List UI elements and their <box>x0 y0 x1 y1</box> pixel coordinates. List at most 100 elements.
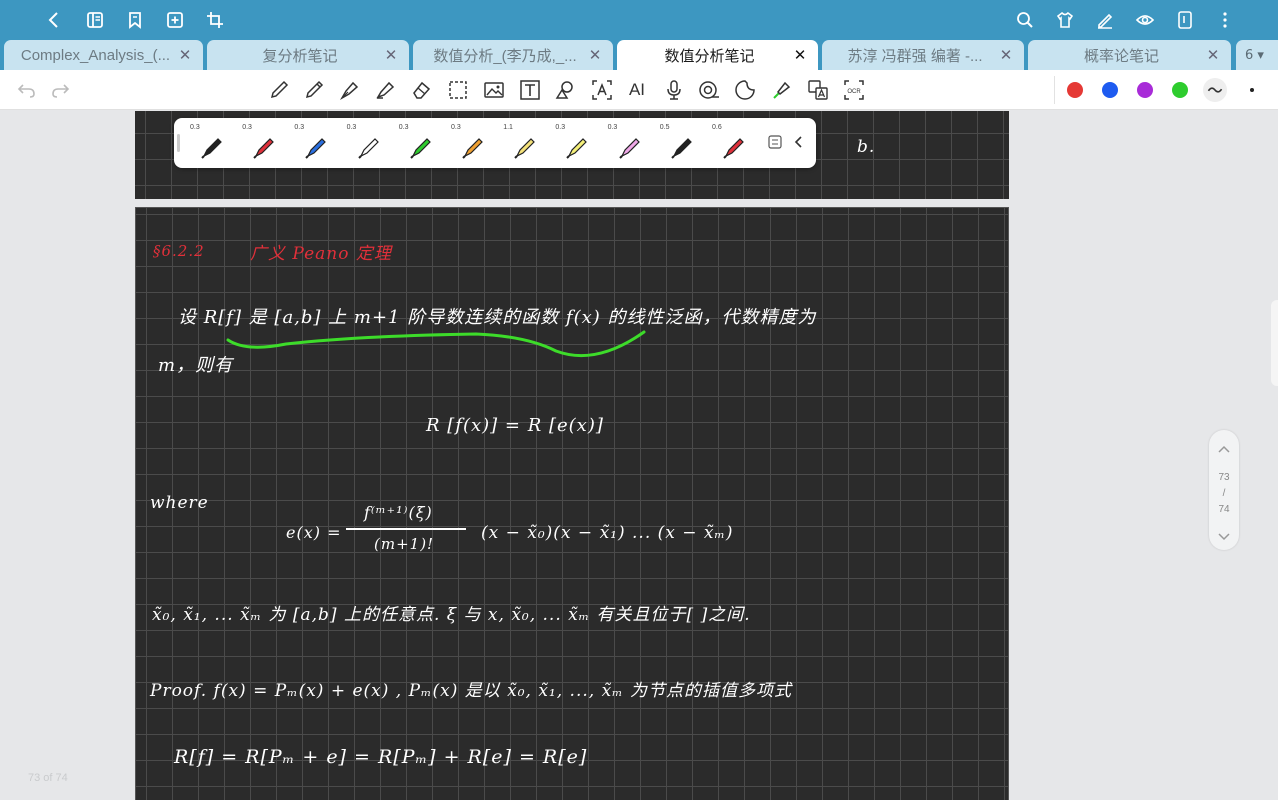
microphone-icon[interactable] <box>662 78 686 102</box>
laser-pointer-icon[interactable] <box>770 78 794 102</box>
pen-icon <box>410 138 431 159</box>
tab-label: 数值分析笔记 <box>664 47 755 65</box>
collapse-chevron-icon[interactable] <box>791 134 807 150</box>
tablet-icon[interactable] <box>1173 8 1197 32</box>
total-pages: 74 <box>1218 504 1230 515</box>
theorem-line-1b: m，则有 <box>158 355 234 376</box>
more-vertical-icon[interactable] <box>1213 8 1237 32</box>
pen-icon <box>514 138 536 159</box>
tab-count-dropdown[interactable]: 6 ▾ <box>1236 40 1278 70</box>
pen-preset[interactable]: 0.3 <box>447 122 495 164</box>
pen-preset[interactable]: 0.6 <box>708 122 756 164</box>
stroke-width-dot-icon[interactable] <box>1240 78 1264 102</box>
pen-size-label: 0.3 <box>190 124 200 131</box>
tab-numerical-analysis-book[interactable]: 数值分析_(李乃成,_... ✕ <box>413 40 613 70</box>
eraser-icon[interactable] <box>409 78 433 102</box>
pen-size-label: 0.3 <box>294 124 305 131</box>
page-scroll-indicator[interactable]: 73 / 74 <box>1209 430 1239 550</box>
color-blue-swatch[interactable] <box>1102 82 1118 98</box>
pen-edit-icon[interactable] <box>1093 8 1117 32</box>
pen-preset[interactable]: 0.3 <box>238 122 286 164</box>
crop-icon[interactable] <box>203 8 227 32</box>
color-purple-swatch[interactable] <box>1137 82 1153 98</box>
equation-2-numerator: f⁽ᵐ⁺¹⁾(ξ) <box>364 503 433 522</box>
image-icon[interactable] <box>482 78 506 102</box>
pen-size-label: 1.1 <box>503 124 513 131</box>
text-recognize-icon[interactable] <box>590 78 614 102</box>
text-box-icon[interactable] <box>518 78 542 102</box>
tab-probability-notes[interactable]: 概率论笔记 ✕ <box>1028 40 1231 70</box>
pen-icon[interactable] <box>267 78 291 102</box>
pen-size-label: 0.3 <box>398 124 409 131</box>
close-icon[interactable]: ✕ <box>587 46 603 64</box>
back-chevron-icon[interactable] <box>42 8 66 32</box>
redo-icon[interactable] <box>48 78 72 102</box>
tab-label: 概率论笔记 <box>1083 47 1159 65</box>
pen-preset[interactable]: 0.3 <box>551 122 599 164</box>
add-page-icon[interactable] <box>163 8 187 32</box>
pencil-icon[interactable] <box>302 78 326 102</box>
pen-preset[interactable]: 0.3 <box>290 122 338 164</box>
pen-icon <box>671 138 692 159</box>
page-indicator: 73 of 74 <box>28 772 68 784</box>
close-icon[interactable]: ✕ <box>792 46 808 64</box>
pen-icon <box>305 138 327 159</box>
proof-line: Proof. f(x) = Pₘ(x) + e(x) , Pₘ(x) 是以 x̃… <box>150 681 792 701</box>
color-red-swatch[interactable] <box>1067 82 1083 98</box>
pen-preset[interactable]: 0.3 <box>186 122 234 164</box>
close-icon[interactable]: ✕ <box>383 46 399 64</box>
pen-preset[interactable]: 1.1 <box>499 122 547 164</box>
pen-preset[interactable]: 0.5 <box>656 122 704 164</box>
pen-preset[interactable]: 0.3 <box>343 122 391 164</box>
equation-2-lhs: e(x) = <box>286 523 342 542</box>
scroll-up-icon[interactable] <box>1216 442 1232 458</box>
stroke-style-icon[interactable] <box>1203 78 1227 102</box>
pen-settings-icon[interactable] <box>767 134 783 150</box>
section-number: §6.2.2 <box>153 242 205 260</box>
ocr-icon[interactable]: OCR <box>842 78 866 102</box>
tab-numerical-analysis-notes[interactable]: 数值分析笔记 ✕ <box>617 40 818 70</box>
sticker-icon[interactable] <box>733 78 757 102</box>
color-green-swatch[interactable] <box>1172 82 1188 98</box>
pen-size-label: 0.3 <box>555 124 566 131</box>
bookmark-icon[interactable] <box>123 8 147 32</box>
ocr-label: OCR <box>847 89 861 95</box>
pen-preset[interactable]: 0.3 <box>604 122 652 164</box>
pen-preset[interactable]: 0.3 <box>395 122 443 164</box>
tab-label: 数值分析_(李乃成,_... <box>433 47 577 65</box>
palette-grip[interactable] <box>177 134 180 152</box>
pen-size-label: 0.3 <box>242 124 252 131</box>
note-canvas[interactable]: b. §6.2.2 广义 Peano 定理 设 R[f] 是 [a,b] 上 m… <box>0 111 1278 800</box>
outline-icon[interactable] <box>83 8 107 32</box>
tape-icon[interactable] <box>697 78 721 102</box>
equation-1: R [f(x)] = R [e(x)] <box>426 415 604 436</box>
section-title: 广义 Peano 定理 <box>250 244 392 264</box>
shirt-icon[interactable] <box>1053 8 1077 32</box>
tab-probability-book[interactable]: 苏淳 冯群强 编著 -... ✕ <box>822 40 1024 70</box>
drawing-toolbar: AI OCR <box>0 70 1278 110</box>
top-app-bar <box>0 0 1278 40</box>
current-page[interactable]: §6.2.2 广义 Peano 定理 设 R[f] 是 [a,b] 上 m+1 … <box>135 207 1009 800</box>
lasso-select-icon[interactable] <box>446 78 470 102</box>
close-icon[interactable]: ✕ <box>177 46 193 64</box>
pen-palette: 0.3 0.3 0.3 0.3 0.3 0.3 1.1 0.3 0.3 0.5 0.6 <box>174 118 816 168</box>
search-icon[interactable] <box>1013 8 1037 32</box>
nodes-description: x̃₀, x̃₁, ... x̃ₘ 为 [a,b] 上的任意点. ξ 与 x, … <box>152 605 751 625</box>
scroll-down-icon[interactable] <box>1216 528 1232 544</box>
tab-complex-notes[interactable]: 复分析笔记 ✕ <box>207 40 409 70</box>
pen-icon <box>253 138 275 159</box>
close-icon[interactable]: ✕ <box>1205 46 1221 64</box>
equation-2-rhs: (x − x̃₀)(x − x̃₁) ... (x − x̃ₘ) <box>481 523 734 543</box>
tab-complex-analysis[interactable]: Complex_Analysis_(... ✕ <box>4 40 203 70</box>
fountain-pen-icon[interactable] <box>338 78 362 102</box>
where-label: where <box>150 493 209 513</box>
undo-icon[interactable] <box>15 78 39 102</box>
shape-icon[interactable] <box>553 78 577 102</box>
eye-icon[interactable] <box>1133 8 1157 32</box>
pen-size-label: 0.5 <box>659 124 670 131</box>
highlighter-icon[interactable] <box>373 78 397 102</box>
side-drawer-handle[interactable] <box>1271 300 1278 386</box>
translate-icon[interactable] <box>806 78 830 102</box>
ai-icon[interactable]: AI <box>625 78 649 102</box>
close-icon[interactable]: ✕ <box>998 46 1014 64</box>
